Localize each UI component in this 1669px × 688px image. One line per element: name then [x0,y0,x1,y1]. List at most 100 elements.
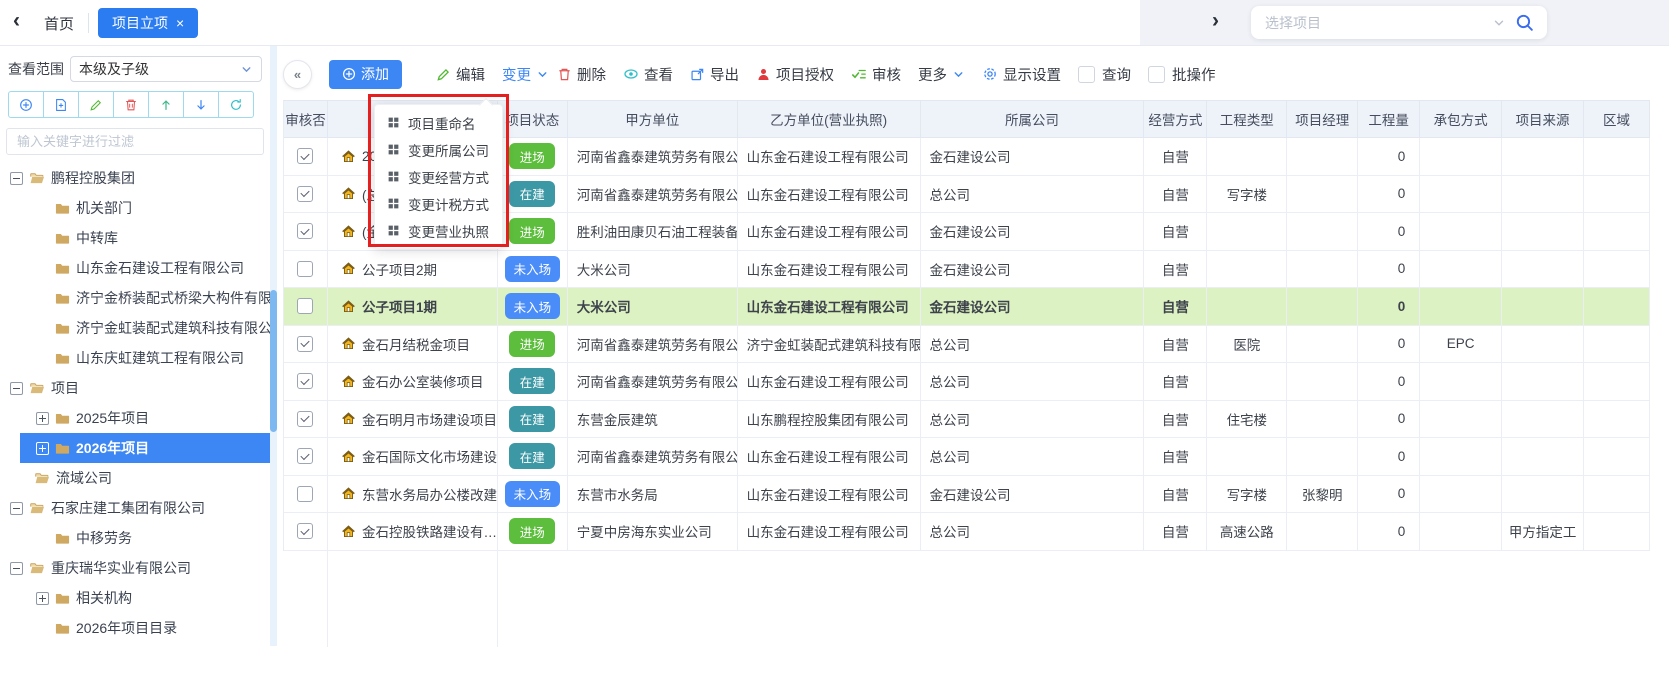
project-name-cell[interactable]: 公子项目2期 [328,251,498,288]
expand-icon[interactable] [36,412,49,425]
row-checkbox[interactable] [297,261,313,277]
tab-project-initiation[interactable]: 项目立项 × [98,8,198,38]
expand-icon[interactable] [36,592,49,605]
collapse-icon[interactable] [10,382,23,395]
column-header[interactable]: 区域 [1584,101,1650,137]
row-checkbox[interactable] [297,373,313,389]
tree-refresh-button[interactable] [218,91,254,118]
view-button[interactable]: 查看 [623,64,673,85]
tree-item[interactable]: 项目 [0,373,270,403]
delete-button[interactable]: 删除 [557,64,606,85]
tree-delete-button[interactable] [113,91,149,118]
row-checkbox[interactable] [297,336,313,352]
table-row[interactable]: 公子项目1期未入场大米公司山东金石建设工程有限公司金石建设公司自营0 [284,288,1650,326]
row-checkbox[interactable] [297,186,313,202]
table-row[interactable]: 东营水务局办公楼改建未入场东营市水务局山东金石建设工程有限公司金石建设公司自营写… [284,476,1650,514]
tab-close-icon[interactable]: × [176,15,184,31]
column-header[interactable]: 承包方式 [1420,101,1502,137]
collapse-icon[interactable] [10,562,23,575]
dropdown-item[interactable]: 变更计税方式 [375,190,502,217]
table-row[interactable]: 金石月结税金项目进场河南省鑫泰建筑劳务有限公司济宁金虹装配式建筑科技有限公司总公… [284,326,1650,364]
column-header[interactable]: 乙方单位(营业执照) [738,101,921,137]
tree-move-down-button[interactable] [183,91,219,118]
tree-add-button[interactable] [8,91,44,118]
dropdown-item[interactable]: 变更营业执照 [375,217,502,244]
collapse-icon[interactable] [10,172,23,185]
sidebar-scrollbar[interactable] [270,46,277,646]
change-button[interactable]: 变更 [502,64,549,85]
tabs-scroll-right-icon[interactable]: › [1212,9,1219,33]
more-button[interactable]: 更多 [918,64,965,85]
batch-checkbox-group[interactable]: 批操作 [1148,64,1216,85]
table-row[interactable]: 金石明月市场建设项目在建东营金辰建筑山东鹏程控股集团有限公司总公司自营住宅楼0 [284,401,1650,439]
dropdown-item[interactable]: 项目重命名 [375,109,502,136]
tab-home[interactable]: 首页 [44,13,74,34]
sidebar-scrollbar-thumb[interactable] [270,290,277,432]
row-checkbox[interactable] [297,486,313,502]
tree-item[interactable]: 2026年项目目录 [0,613,270,643]
project-name-cell[interactable]: 金石月结税金项目 [328,326,498,363]
audit-button[interactable]: 审核 [851,64,901,85]
dropdown-item[interactable]: 变更经营方式 [375,163,502,190]
column-header[interactable]: 工程量 [1358,101,1420,137]
column-header[interactable]: 工程类型 [1207,101,1287,137]
tree-item[interactable]: 济宁金虹装配式建筑科技有限公司 [0,313,270,343]
batch-checkbox[interactable] [1148,66,1165,83]
tree-item[interactable]: 流域公司 [0,463,270,493]
add-button[interactable]: 添加 [329,60,402,89]
table-row[interactable]: 金石办公室装修项目在建河南省鑫泰建筑劳务有限公司山东金石建设工程有限公司总公司自… [284,363,1650,401]
column-header[interactable]: 所属公司 [921,101,1145,137]
project-select-input[interactable] [1263,14,1484,32]
project-name-cell[interactable]: 金石明月市场建设项目 [328,401,498,438]
row-checkbox[interactable] [297,523,313,539]
column-header[interactable]: 项目经理 [1287,101,1358,137]
project-select-box[interactable] [1251,6,1547,39]
tree-item[interactable]: 重庆瑞华实业有限公司 [0,553,270,583]
edit-button[interactable]: 编辑 [436,64,485,85]
project-name-cell[interactable]: 东营水务局办公楼改建 [328,476,498,513]
chevron-down-icon[interactable] [1492,16,1506,30]
tree-item[interactable]: 山东金石建设工程有限公司 [0,253,270,283]
tree-item[interactable]: 中移劳务 [0,523,270,553]
project-name-cell[interactable]: 金石国际文化市场建设 [328,438,498,475]
expand-icon[interactable] [36,442,49,455]
row-checkbox[interactable] [297,411,313,427]
tree-item[interactable]: 石家庄建工集团有限公司 [0,493,270,523]
column-header[interactable]: 项目来源 [1502,101,1584,137]
search-icon[interactable] [1514,12,1535,33]
column-header[interactable]: 项目状态 [498,101,568,137]
tree-item[interactable]: 鹏程控股集团 [0,163,270,193]
row-checkbox[interactable] [297,223,313,239]
tree-add-child-button[interactable] [43,91,79,118]
tree-item[interactable]: 相关机构 [0,583,270,613]
tabs-scroll-left-icon[interactable]: ‹ [13,9,20,33]
tree-item[interactable]: 山东庆虹建筑工程有限公司 [0,343,270,373]
tree-filter-input[interactable] [15,133,255,150]
tree-item[interactable]: 未设置目录的项目 [0,643,270,647]
scope-select[interactable]: 本级及子级 [70,56,262,82]
export-button[interactable]: 导出 [690,64,739,85]
project-name-cell[interactable]: 金石控股铁路建设有… [328,513,498,550]
row-checkbox[interactable] [297,298,313,314]
row-checkbox[interactable] [297,148,313,164]
tree-edit-button[interactable] [78,91,114,118]
table-row[interactable]: 公子项目2期未入场大米公司山东金石建设工程有限公司金石建设公司自营0 [284,251,1650,289]
project-authorize-button[interactable]: 项目授权 [756,64,834,85]
collapse-sidebar-button[interactable]: « [283,60,312,89]
row-checkbox[interactable] [297,448,313,464]
tree-filter-field[interactable] [6,128,264,155]
project-name-cell[interactable]: 公子项目1期 [328,288,498,325]
tree-item[interactable]: 2026年项目 [0,433,270,463]
column-header[interactable]: 审核否 [284,101,328,137]
project-name-cell[interactable]: 金石办公室装修项目 [328,363,498,400]
tree-item[interactable]: 2025年项目 [0,403,270,433]
tree-move-up-button[interactable] [148,91,184,118]
collapse-icon[interactable] [10,502,23,515]
tree-item[interactable]: 机关部门 [0,193,270,223]
table-row[interactable]: 金石控股铁路建设有…进场宁夏中房海东实业公司山东金石建设工程有限公司总公司自营高… [284,513,1650,551]
column-header[interactable]: 甲方单位 [568,101,738,137]
tree-item[interactable]: 济宁金桥装配式桥梁大构件有限公司 [0,283,270,313]
display-settings-button[interactable]: 显示设置 [982,64,1061,85]
query-checkbox-group[interactable]: 查询 [1078,64,1131,85]
tree-item[interactable]: 中转库 [0,223,270,253]
